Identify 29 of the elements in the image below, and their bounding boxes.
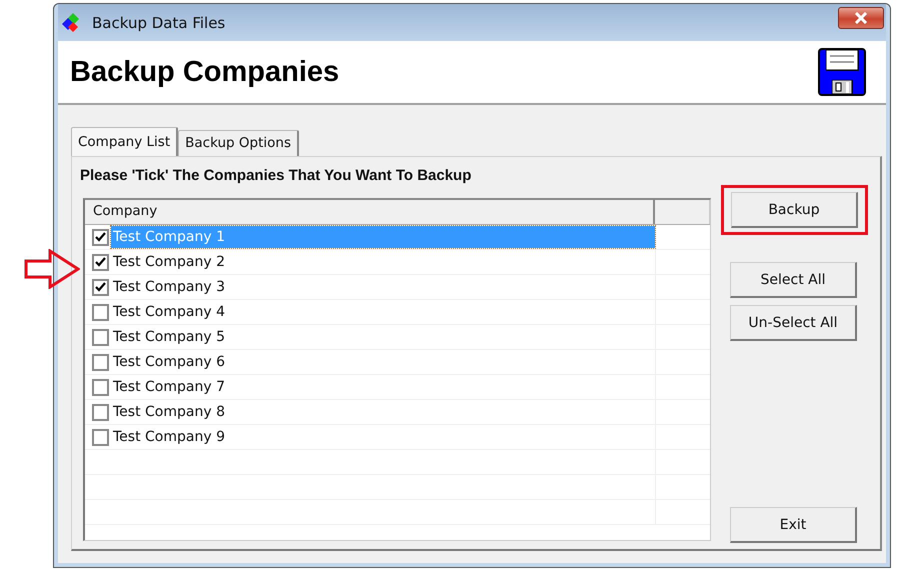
checkbox[interactable] (92, 278, 109, 296)
tab[interactable]: Backup Options (178, 130, 299, 156)
action-button[interactable]: Select All (730, 262, 857, 298)
checkbox[interactable] (92, 428, 109, 446)
company-name[interactable]: Test Company 2 (111, 251, 227, 273)
app-icon (62, 12, 82, 32)
checkbox[interactable] (92, 254, 109, 270)
company-name[interactable]: Test Company 9 (111, 426, 227, 448)
action-button[interactable]: Exit (730, 507, 857, 543)
checkbox[interactable] (92, 328, 109, 346)
company-name[interactable]: Test Company 4 (111, 301, 227, 323)
instruction-text: Please 'Tick' The Companies That You Want To Backup (80, 167, 472, 184)
company-name[interactable]: Test Company 3 (111, 276, 227, 298)
tab[interactable]: Company List (71, 127, 178, 156)
action-button[interactable]: Backup (731, 192, 858, 228)
checkbox[interactable] (92, 404, 109, 420)
page-heading: Backup Companies (70, 56, 340, 88)
checkbox[interactable] (92, 354, 109, 370)
company-name[interactable]: Test Company 8 (111, 401, 227, 423)
action-button[interactable]: Un-Select All (730, 305, 857, 341)
company-name[interactable]: Test Company 5 (111, 326, 227, 348)
company-name[interactable]: Test Company 6 (111, 351, 227, 373)
checkbox[interactable] (92, 304, 109, 320)
checkbox[interactable] (92, 378, 109, 396)
close-icon (854, 12, 868, 24)
checkbox[interactable] (92, 228, 109, 246)
company-name[interactable]: Test Company 7 (111, 376, 227, 398)
window-title: Backup Data Files (92, 14, 226, 32)
close-button[interactable] (838, 6, 884, 28)
